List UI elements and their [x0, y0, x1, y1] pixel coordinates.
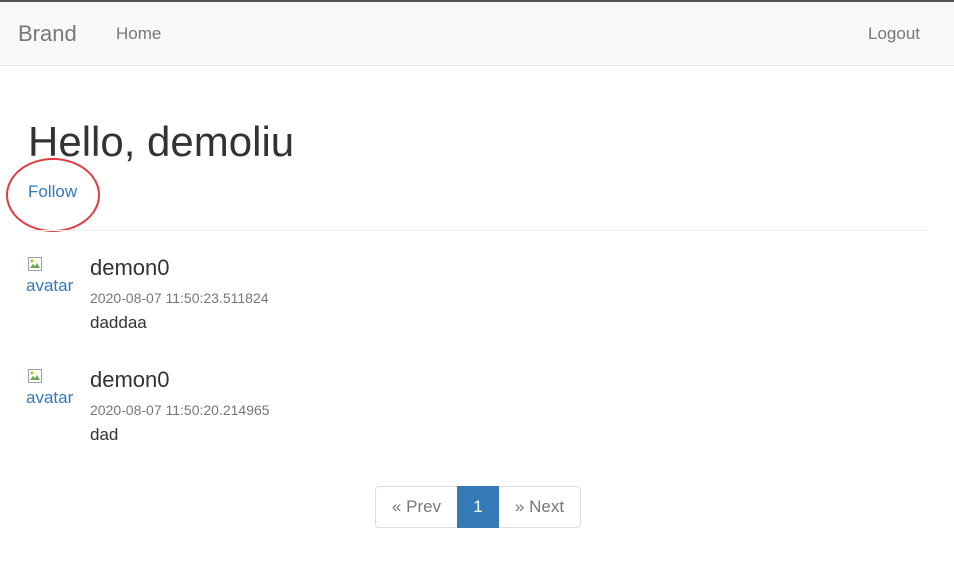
broken-image-icon — [28, 257, 42, 271]
broken-image-icon — [28, 369, 42, 383]
divider — [28, 230, 928, 231]
post-timestamp: 2020-08-07 11:50:20.214965 — [90, 402, 270, 418]
post-body: daddaa — [90, 313, 147, 332]
highlight-circle-annotation — [6, 158, 100, 232]
post-item: avatar demon0 2020-08-07 11:50:20.214965… — [26, 367, 928, 457]
post-author: demon0 — [90, 255, 170, 280]
post-author: demon0 — [90, 367, 170, 392]
avatar-link[interactable]: avatar — [26, 255, 78, 305]
post-timestamp: 2020-08-07 11:50:23.511824 — [90, 290, 269, 306]
logout-link[interactable]: Logout — [868, 24, 920, 44]
nav-home-link[interactable]: Home — [116, 24, 161, 44]
avatar-alt-text: avatar — [26, 388, 74, 407]
next-page-button[interactable]: » Next — [498, 486, 581, 528]
avatar-link[interactable]: avatar — [26, 367, 78, 417]
current-page-button[interactable]: 1 — [457, 486, 499, 528]
brand-link[interactable]: Brand — [18, 21, 77, 47]
avatar-alt-text: avatar — [26, 276, 74, 295]
prev-page-button[interactable]: « Prev — [375, 486, 458, 528]
post-item: avatar demon0 2020-08-07 11:50:23.511824… — [26, 255, 928, 345]
pagination: « Prev 1 » Next — [375, 486, 581, 528]
top-navbar: Brand Home Logout — [0, 0, 954, 66]
post-body: dad — [90, 425, 119, 444]
